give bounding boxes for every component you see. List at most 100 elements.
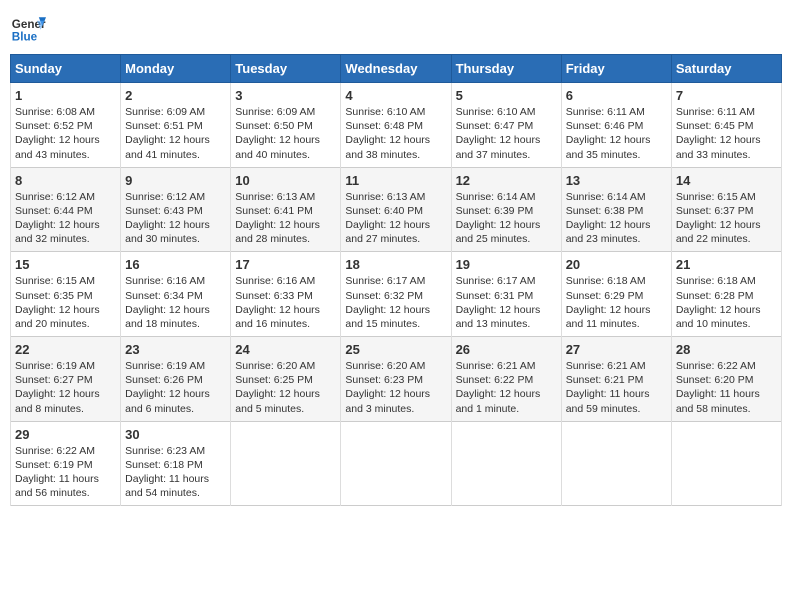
day-info: Sunrise: 6:10 AM Sunset: 6:47 PM Dayligh…: [456, 105, 557, 162]
calendar-cell: 6 Sunrise: 6:11 AM Sunset: 6:46 PM Dayli…: [561, 83, 671, 168]
day-info: Sunrise: 6:23 AM Sunset: 6:18 PM Dayligh…: [125, 444, 226, 501]
calendar-table: SundayMondayTuesdayWednesdayThursdayFrid…: [10, 54, 782, 506]
weekday-header-saturday: Saturday: [671, 55, 781, 83]
calendar-cell: [231, 421, 341, 506]
day-number: 14: [676, 173, 777, 188]
calendar-cell: 15 Sunrise: 6:15 AM Sunset: 6:35 PM Dayl…: [11, 252, 121, 337]
day-number: 9: [125, 173, 226, 188]
calendar-cell: 18 Sunrise: 6:17 AM Sunset: 6:32 PM Dayl…: [341, 252, 451, 337]
day-number: 26: [456, 342, 557, 357]
day-info: Sunrise: 6:19 AM Sunset: 6:27 PM Dayligh…: [15, 359, 116, 416]
calendar-cell: [451, 421, 561, 506]
calendar-cell: 30 Sunrise: 6:23 AM Sunset: 6:18 PM Dayl…: [121, 421, 231, 506]
day-number: 19: [456, 257, 557, 272]
day-number: 25: [345, 342, 446, 357]
calendar-cell: 23 Sunrise: 6:19 AM Sunset: 6:26 PM Dayl…: [121, 337, 231, 422]
calendar-week-5: 29 Sunrise: 6:22 AM Sunset: 6:19 PM Dayl…: [11, 421, 782, 506]
day-number: 13: [566, 173, 667, 188]
calendar-cell: 17 Sunrise: 6:16 AM Sunset: 6:33 PM Dayl…: [231, 252, 341, 337]
day-info: Sunrise: 6:09 AM Sunset: 6:51 PM Dayligh…: [125, 105, 226, 162]
calendar-cell: 9 Sunrise: 6:12 AM Sunset: 6:43 PM Dayli…: [121, 167, 231, 252]
day-info: Sunrise: 6:13 AM Sunset: 6:41 PM Dayligh…: [235, 190, 336, 247]
day-number: 10: [235, 173, 336, 188]
day-number: 22: [15, 342, 116, 357]
weekday-header-wednesday: Wednesday: [341, 55, 451, 83]
weekday-header-tuesday: Tuesday: [231, 55, 341, 83]
calendar-cell: 29 Sunrise: 6:22 AM Sunset: 6:19 PM Dayl…: [11, 421, 121, 506]
day-info: Sunrise: 6:19 AM Sunset: 6:26 PM Dayligh…: [125, 359, 226, 416]
day-info: Sunrise: 6:17 AM Sunset: 6:32 PM Dayligh…: [345, 274, 446, 331]
calendar-week-1: 1 Sunrise: 6:08 AM Sunset: 6:52 PM Dayli…: [11, 83, 782, 168]
day-number: 4: [345, 88, 446, 103]
calendar-cell: 8 Sunrise: 6:12 AM Sunset: 6:44 PM Dayli…: [11, 167, 121, 252]
svg-text:Blue: Blue: [12, 31, 38, 44]
weekday-header-thursday: Thursday: [451, 55, 561, 83]
day-info: Sunrise: 6:22 AM Sunset: 6:20 PM Dayligh…: [676, 359, 777, 416]
calendar-cell: 26 Sunrise: 6:21 AM Sunset: 6:22 PM Dayl…: [451, 337, 561, 422]
calendar-cell: 28 Sunrise: 6:22 AM Sunset: 6:20 PM Dayl…: [671, 337, 781, 422]
day-number: 7: [676, 88, 777, 103]
calendar-cell: 12 Sunrise: 6:14 AM Sunset: 6:39 PM Dayl…: [451, 167, 561, 252]
day-number: 12: [456, 173, 557, 188]
day-number: 3: [235, 88, 336, 103]
day-number: 6: [566, 88, 667, 103]
calendar-cell: 1 Sunrise: 6:08 AM Sunset: 6:52 PM Dayli…: [11, 83, 121, 168]
day-number: 24: [235, 342, 336, 357]
logo-icon: General Blue: [10, 10, 46, 46]
day-info: Sunrise: 6:11 AM Sunset: 6:46 PM Dayligh…: [566, 105, 667, 162]
calendar-cell: 24 Sunrise: 6:20 AM Sunset: 6:25 PM Dayl…: [231, 337, 341, 422]
day-number: 30: [125, 427, 226, 442]
day-number: 1: [15, 88, 116, 103]
day-number: 23: [125, 342, 226, 357]
calendar-cell: 5 Sunrise: 6:10 AM Sunset: 6:47 PM Dayli…: [451, 83, 561, 168]
weekday-header-friday: Friday: [561, 55, 671, 83]
day-info: Sunrise: 6:20 AM Sunset: 6:25 PM Dayligh…: [235, 359, 336, 416]
calendar-cell: 13 Sunrise: 6:14 AM Sunset: 6:38 PM Dayl…: [561, 167, 671, 252]
calendar-cell: 7 Sunrise: 6:11 AM Sunset: 6:45 PM Dayli…: [671, 83, 781, 168]
day-info: Sunrise: 6:20 AM Sunset: 6:23 PM Dayligh…: [345, 359, 446, 416]
day-info: Sunrise: 6:09 AM Sunset: 6:50 PM Dayligh…: [235, 105, 336, 162]
day-info: Sunrise: 6:08 AM Sunset: 6:52 PM Dayligh…: [15, 105, 116, 162]
calendar-cell: 16 Sunrise: 6:16 AM Sunset: 6:34 PM Dayl…: [121, 252, 231, 337]
day-number: 5: [456, 88, 557, 103]
calendar-cell: 10 Sunrise: 6:13 AM Sunset: 6:41 PM Dayl…: [231, 167, 341, 252]
day-info: Sunrise: 6:18 AM Sunset: 6:29 PM Dayligh…: [566, 274, 667, 331]
day-info: Sunrise: 6:11 AM Sunset: 6:45 PM Dayligh…: [676, 105, 777, 162]
day-info: Sunrise: 6:21 AM Sunset: 6:22 PM Dayligh…: [456, 359, 557, 416]
weekday-header-sunday: Sunday: [11, 55, 121, 83]
calendar-cell: 25 Sunrise: 6:20 AM Sunset: 6:23 PM Dayl…: [341, 337, 451, 422]
calendar-cell: 2 Sunrise: 6:09 AM Sunset: 6:51 PM Dayli…: [121, 83, 231, 168]
day-info: Sunrise: 6:16 AM Sunset: 6:33 PM Dayligh…: [235, 274, 336, 331]
calendar-cell: 3 Sunrise: 6:09 AM Sunset: 6:50 PM Dayli…: [231, 83, 341, 168]
calendar-cell: [561, 421, 671, 506]
day-number: 29: [15, 427, 116, 442]
calendar-week-2: 8 Sunrise: 6:12 AM Sunset: 6:44 PM Dayli…: [11, 167, 782, 252]
calendar-cell: 11 Sunrise: 6:13 AM Sunset: 6:40 PM Dayl…: [341, 167, 451, 252]
day-number: 11: [345, 173, 446, 188]
day-info: Sunrise: 6:12 AM Sunset: 6:44 PM Dayligh…: [15, 190, 116, 247]
day-info: Sunrise: 6:13 AM Sunset: 6:40 PM Dayligh…: [345, 190, 446, 247]
day-number: 16: [125, 257, 226, 272]
calendar-cell: 19 Sunrise: 6:17 AM Sunset: 6:31 PM Dayl…: [451, 252, 561, 337]
calendar-cell: 14 Sunrise: 6:15 AM Sunset: 6:37 PM Dayl…: [671, 167, 781, 252]
day-number: 2: [125, 88, 226, 103]
day-info: Sunrise: 6:15 AM Sunset: 6:35 PM Dayligh…: [15, 274, 116, 331]
calendar-cell: [341, 421, 451, 506]
day-number: 8: [15, 173, 116, 188]
day-info: Sunrise: 6:16 AM Sunset: 6:34 PM Dayligh…: [125, 274, 226, 331]
day-number: 18: [345, 257, 446, 272]
calendar-cell: 22 Sunrise: 6:19 AM Sunset: 6:27 PM Dayl…: [11, 337, 121, 422]
calendar-cell: 21 Sunrise: 6:18 AM Sunset: 6:28 PM Dayl…: [671, 252, 781, 337]
day-info: Sunrise: 6:14 AM Sunset: 6:38 PM Dayligh…: [566, 190, 667, 247]
calendar-cell: [671, 421, 781, 506]
day-info: Sunrise: 6:17 AM Sunset: 6:31 PM Dayligh…: [456, 274, 557, 331]
day-number: 20: [566, 257, 667, 272]
calendar-week-4: 22 Sunrise: 6:19 AM Sunset: 6:27 PM Dayl…: [11, 337, 782, 422]
day-number: 27: [566, 342, 667, 357]
day-info: Sunrise: 6:15 AM Sunset: 6:37 PM Dayligh…: [676, 190, 777, 247]
day-number: 17: [235, 257, 336, 272]
calendar-cell: 27 Sunrise: 6:21 AM Sunset: 6:21 PM Dayl…: [561, 337, 671, 422]
page-header: General Blue: [10, 10, 782, 46]
day-info: Sunrise: 6:14 AM Sunset: 6:39 PM Dayligh…: [456, 190, 557, 247]
day-number: 28: [676, 342, 777, 357]
